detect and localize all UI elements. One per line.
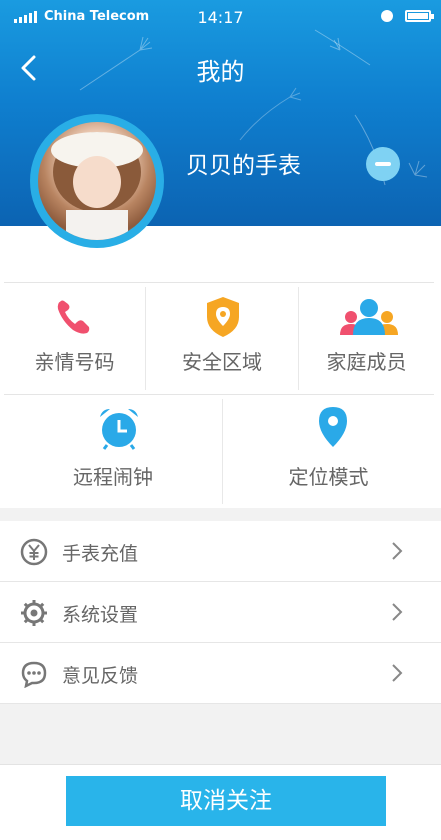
alarm-status-icon — [381, 10, 393, 22]
chevron-right-icon — [392, 542, 403, 560]
status-bar: China Telecom 14:17 — [0, 6, 441, 28]
feature-family-members[interactable]: 家庭成员 — [299, 283, 434, 394]
menu-item-feedback[interactable]: 意见反馈 — [0, 643, 441, 704]
feature-label: 远程闹钟 — [73, 465, 153, 489]
avatar-photo — [38, 122, 156, 240]
avatar[interactable] — [30, 114, 164, 248]
feature-label: 定位模式 — [288, 465, 369, 489]
menu-item-label: 系统设置 — [62, 604, 139, 626]
status-time: 14:17 — [197, 8, 244, 27]
family-icon — [340, 299, 398, 335]
settings-menu: 手表充值 系统设置 意见反馈 — [0, 521, 441, 704]
chat-icon — [21, 661, 47, 688]
remove-device-button[interactable] — [366, 147, 400, 181]
feature-safe-zone[interactable]: 安全区域 — [146, 283, 298, 394]
feature-label: 安全区域 — [182, 350, 262, 374]
menu-item-recharge[interactable]: 手表充值 — [0, 521, 441, 582]
device-name: 贝贝的手表 — [186, 153, 301, 179]
dandelion-decoration-icon — [239, 87, 302, 141]
feature-remote-alarm[interactable]: 远程闹钟 — [4, 395, 222, 508]
page-title: 我的 — [196, 58, 245, 86]
menu-item-label: 意见反馈 — [62, 665, 139, 687]
feature-label: 亲情号码 — [34, 350, 115, 374]
feature-row: 远程闹钟 定位模式 — [4, 395, 434, 508]
menu-item-settings[interactable]: 系统设置 — [0, 582, 441, 643]
feature-location-mode[interactable]: 定位模式 — [223, 395, 434, 508]
yuan-icon — [20, 538, 48, 566]
feature-row: 亲情号码 安全区域 家庭成员 — [4, 282, 434, 395]
feature-family-numbers[interactable]: 亲情号码 — [4, 283, 145, 394]
chevron-right-icon — [392, 664, 403, 682]
gear-icon — [21, 600, 47, 626]
phone-icon — [57, 300, 90, 334]
battery-icon — [405, 10, 434, 22]
location-pin-icon — [319, 407, 347, 447]
chevron-right-icon — [392, 603, 403, 621]
alarm-clock-icon — [100, 409, 138, 450]
feature-grid: 亲情号码 安全区域 家庭成员 远程闹钟 定位模式 — [0, 226, 441, 508]
bottom-bar: 取消关注 — [0, 764, 441, 840]
feature-label: 家庭成员 — [326, 350, 407, 374]
shield-icon — [207, 297, 239, 337]
unfollow-button[interactable]: 取消关注 — [66, 776, 386, 826]
menu-item-label: 手表充值 — [62, 543, 139, 565]
